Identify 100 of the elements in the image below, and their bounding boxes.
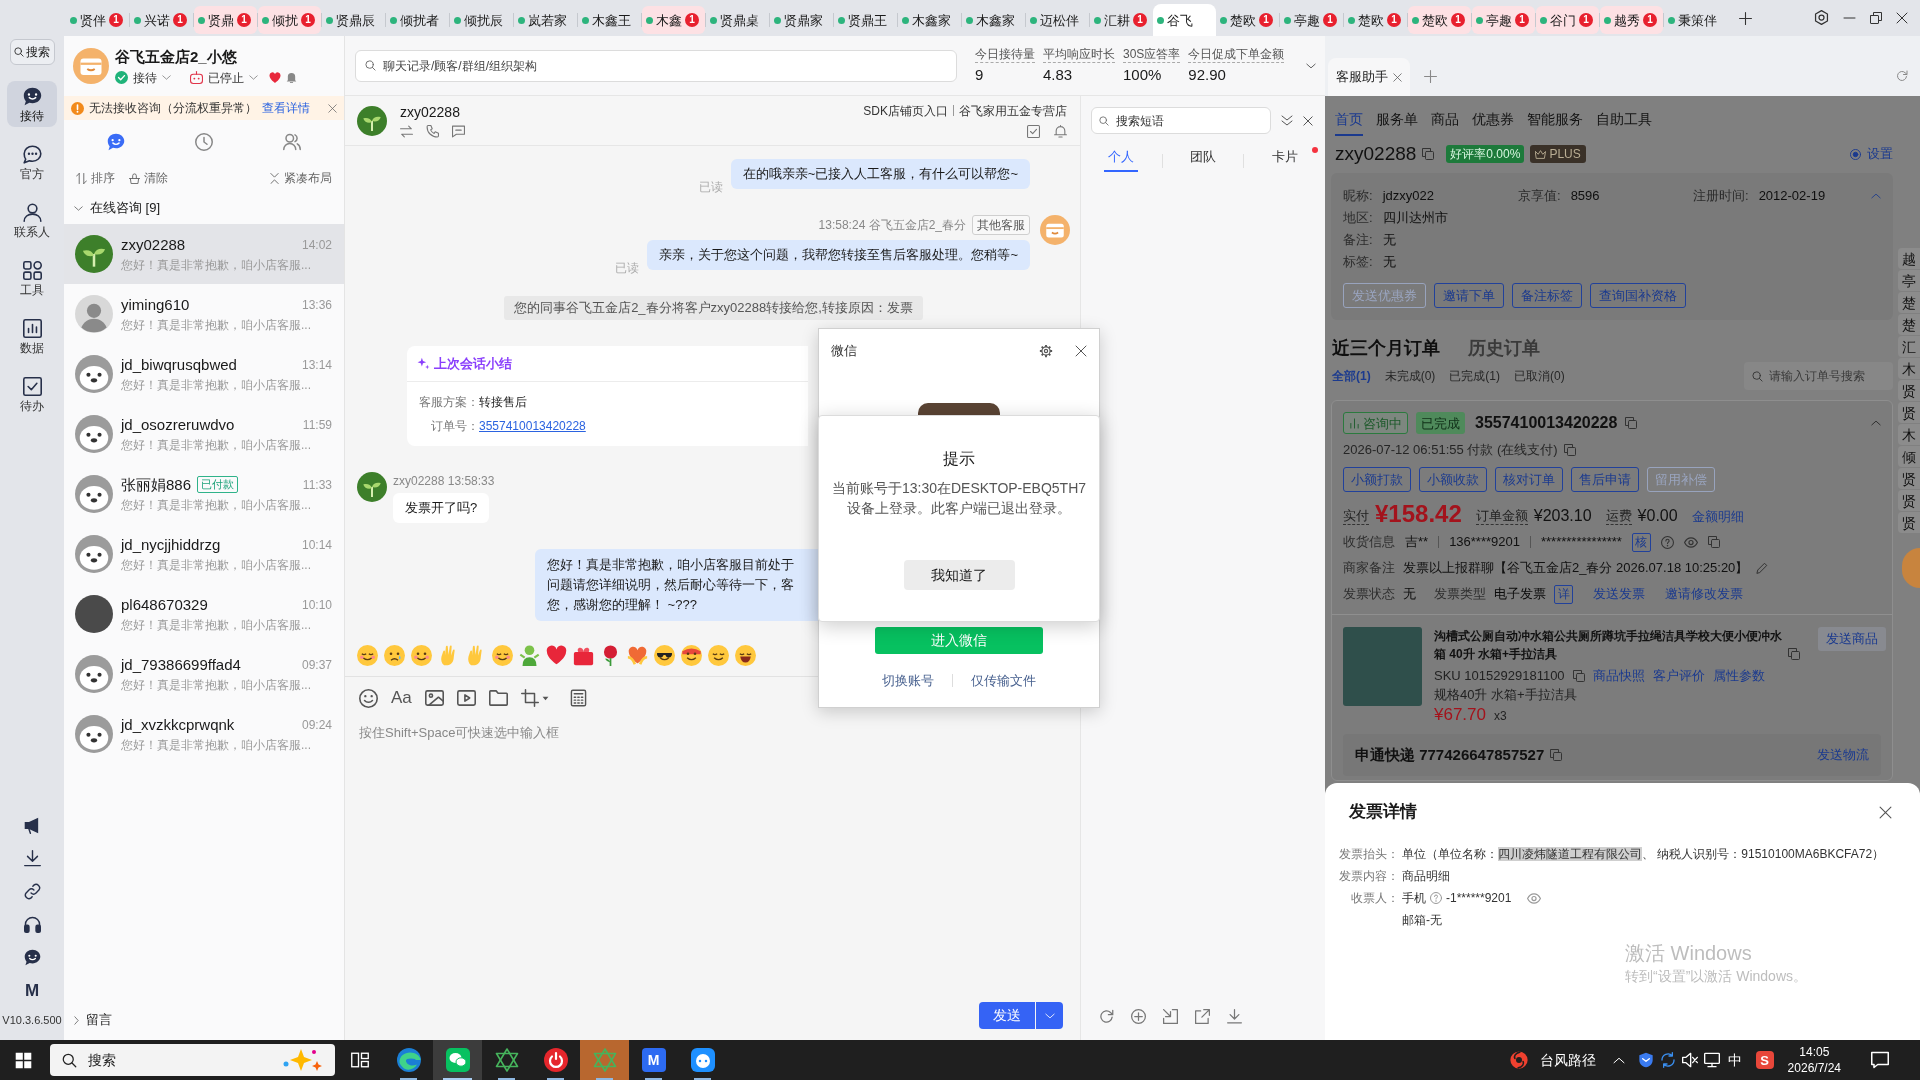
toolbar-action[interactable]: 排序 — [91, 169, 115, 187]
store-shortcut[interactable]: 贤 — [1898, 468, 1920, 489]
group-header[interactable]: 在线咨询 [9] — [64, 192, 344, 224]
input-method-button[interactable]: S — [1755, 1051, 1774, 1069]
monitor-icon[interactable] — [1703, 1052, 1720, 1068]
radio-icon[interactable] — [1850, 148, 1861, 160]
panel-nav-tab[interactable]: 优惠券 — [1472, 111, 1514, 136]
order-number-link[interactable]: 3557410013420228 — [479, 418, 586, 434]
taskbar-app[interactable]: M — [629, 1040, 678, 1080]
panel-tab[interactable]: 客服助手 — [1328, 58, 1410, 96]
hexagon-settings-icon[interactable] — [1814, 10, 1829, 25]
order-filter[interactable]: 未完成(0) — [1384, 367, 1436, 385]
store-shortcut[interactable]: 贤 — [1898, 512, 1920, 533]
smiley-face-icon[interactable] — [708, 644, 729, 666]
store-tab[interactable]: 木鑫王 — [578, 6, 641, 34]
phrase-tab[interactable]: 团队 — [1186, 149, 1220, 172]
store-tab[interactable]: 谷门 1 — [1536, 6, 1599, 34]
letter-button[interactable]: M — [24, 982, 40, 1000]
store-tab[interactable]: 贤鼎辰 — [322, 6, 385, 34]
refresh-icon[interactable] — [1099, 1009, 1114, 1024]
store-tab[interactable]: 贤鼎 1 — [194, 6, 257, 34]
refresh-icon[interactable] — [1896, 70, 1908, 82]
dialog-link[interactable]: 切换账号 — [882, 671, 934, 691]
speech-bubble-icon[interactable] — [1871, 1051, 1889, 1069]
store-shortcut[interactable]: 木 — [1898, 358, 1920, 379]
clock-date[interactable]: 2026/7/24 — [1787, 1060, 1841, 1076]
nav-item[interactable]: 官方 — [7, 139, 57, 185]
group-header[interactable]: 留言 — [64, 1004, 344, 1036]
help-icon[interactable] — [1660, 535, 1674, 549]
order-tab[interactable]: 近三个月订单 — [1332, 334, 1440, 362]
toolbar-action[interactable]: 清除 — [144, 169, 168, 187]
store-tab[interactable]: 贤鼎王 — [834, 6, 897, 34]
link-icon[interactable] — [23, 883, 41, 900]
eye-icon[interactable] — [1683, 536, 1698, 548]
phone-icon[interactable] — [426, 124, 439, 138]
download-icon[interactable] — [23, 850, 41, 867]
sunglasses-face-icon[interactable] — [654, 644, 675, 666]
store-tab[interactable]: 贤伴 1 — [66, 6, 129, 34]
folder-icon[interactable] — [488, 690, 508, 706]
chevron-down-icon[interactable] — [162, 75, 171, 80]
double-chevron-down-icon[interactable] — [1281, 115, 1293, 126]
store-shortcut[interactable]: 亭 — [1898, 270, 1920, 291]
weather-widget[interactable]: 台风路径 — [1539, 1049, 1596, 1071]
panel-nav-tab[interactable]: 商品 — [1431, 111, 1459, 136]
close-icon[interactable] — [1075, 345, 1087, 357]
reception-status[interactable]: 接待 — [133, 70, 157, 85]
copy-icon[interactable] — [1422, 148, 1435, 160]
pencil-icon[interactable] — [1756, 562, 1769, 574]
image-icon[interactable] — [424, 690, 444, 706]
store-tab[interactable]: 木鑫家 — [898, 6, 961, 34]
sync-icon[interactable] — [1659, 1052, 1676, 1068]
panel-nav-tab[interactable]: 自助工具 — [1596, 111, 1652, 136]
phrase-tab[interactable]: 卡片 — [1267, 149, 1302, 172]
copy-icon[interactable] — [1788, 648, 1800, 660]
conversation-item[interactable]: 张丽娟886 已付款 11:33 您好！真是非常抱歉，咱小店客服... — [64, 464, 344, 524]
import-icon[interactable] — [1163, 1009, 1178, 1024]
conversation-item[interactable]: jd_biwqrusqbwed 13:14 您好！真是非常抱歉，咱小店客服... — [64, 344, 344, 404]
order-filter[interactable]: 已完成(1) — [1449, 367, 1500, 385]
toolbar-action[interactable]: 紧凑布局 — [284, 169, 332, 187]
store-tab[interactable]: 迈松伴 — [1026, 6, 1089, 34]
message-icon[interactable] — [452, 124, 465, 138]
store-shortcut[interactable]: 倾 — [1898, 446, 1920, 467]
chevron-down-icon[interactable] — [1306, 62, 1317, 69]
restore-icon[interactable] — [1870, 11, 1882, 24]
store-shortcut[interactable]: 越 — [1898, 248, 1920, 269]
conversation-item[interactable]: jd_nycjjhiddrzg 10:14 您好！真是非常抱歉，咱小店客服... — [64, 524, 344, 584]
store-tab[interactable]: 倾扰辰 — [450, 6, 513, 34]
nav-item[interactable]: 待办 — [7, 371, 57, 417]
store-shortcut[interactable]: 贤 — [1898, 402, 1920, 423]
close-icon[interactable] — [1303, 115, 1313, 126]
clock-time[interactable]: 14:05 — [1799, 1044, 1830, 1060]
store-tab[interactable]: 楚欧 1 — [1408, 6, 1471, 34]
nav-item[interactable]: 联系人 — [7, 197, 57, 243]
store-tab[interactable]: 倾扰者 — [386, 6, 449, 34]
search-button[interactable]: 搜索 — [9, 39, 55, 65]
export-icon[interactable] — [1195, 1009, 1210, 1024]
video-icon[interactable] — [456, 690, 476, 706]
store-shortcut[interactable]: 楚 — [1898, 292, 1920, 313]
panel-nav-tab[interactable]: 智能服务 — [1527, 111, 1583, 136]
headset-icon[interactable] — [23, 916, 41, 933]
store-tab[interactable]: 木鑫 1 — [642, 6, 705, 34]
nav-item[interactable]: 工具 — [7, 255, 57, 301]
smiley-face-icon[interactable] — [411, 644, 432, 666]
chevron-down-icon[interactable] — [249, 75, 258, 80]
copy-icon[interactable] — [1550, 749, 1563, 761]
bell-icon[interactable] — [286, 72, 297, 83]
close-icon[interactable] — [1879, 805, 1892, 819]
store-tab[interactable]: 木鑫家 — [962, 6, 1025, 34]
store-shortcut[interactable]: 贤 — [1898, 490, 1920, 511]
windows-logo-icon[interactable] — [14, 1051, 32, 1069]
details-link[interactable]: 查看详情 — [262, 99, 310, 117]
sleepy-face-icon[interactable] — [357, 644, 378, 666]
nav-item[interactable]: 数据 — [7, 313, 57, 359]
add-circle-icon[interactable] — [1131, 1009, 1146, 1024]
store-tab[interactable]: 楚欧 1 — [1344, 6, 1407, 34]
add-tab-icon[interactable] — [1739, 12, 1752, 25]
heart-hands-icon[interactable] — [627, 644, 648, 666]
store-tab[interactable]: 谷飞 — [1153, 4, 1216, 36]
copy-icon[interactable] — [1625, 417, 1638, 429]
copy-icon[interactable] — [1563, 444, 1576, 456]
